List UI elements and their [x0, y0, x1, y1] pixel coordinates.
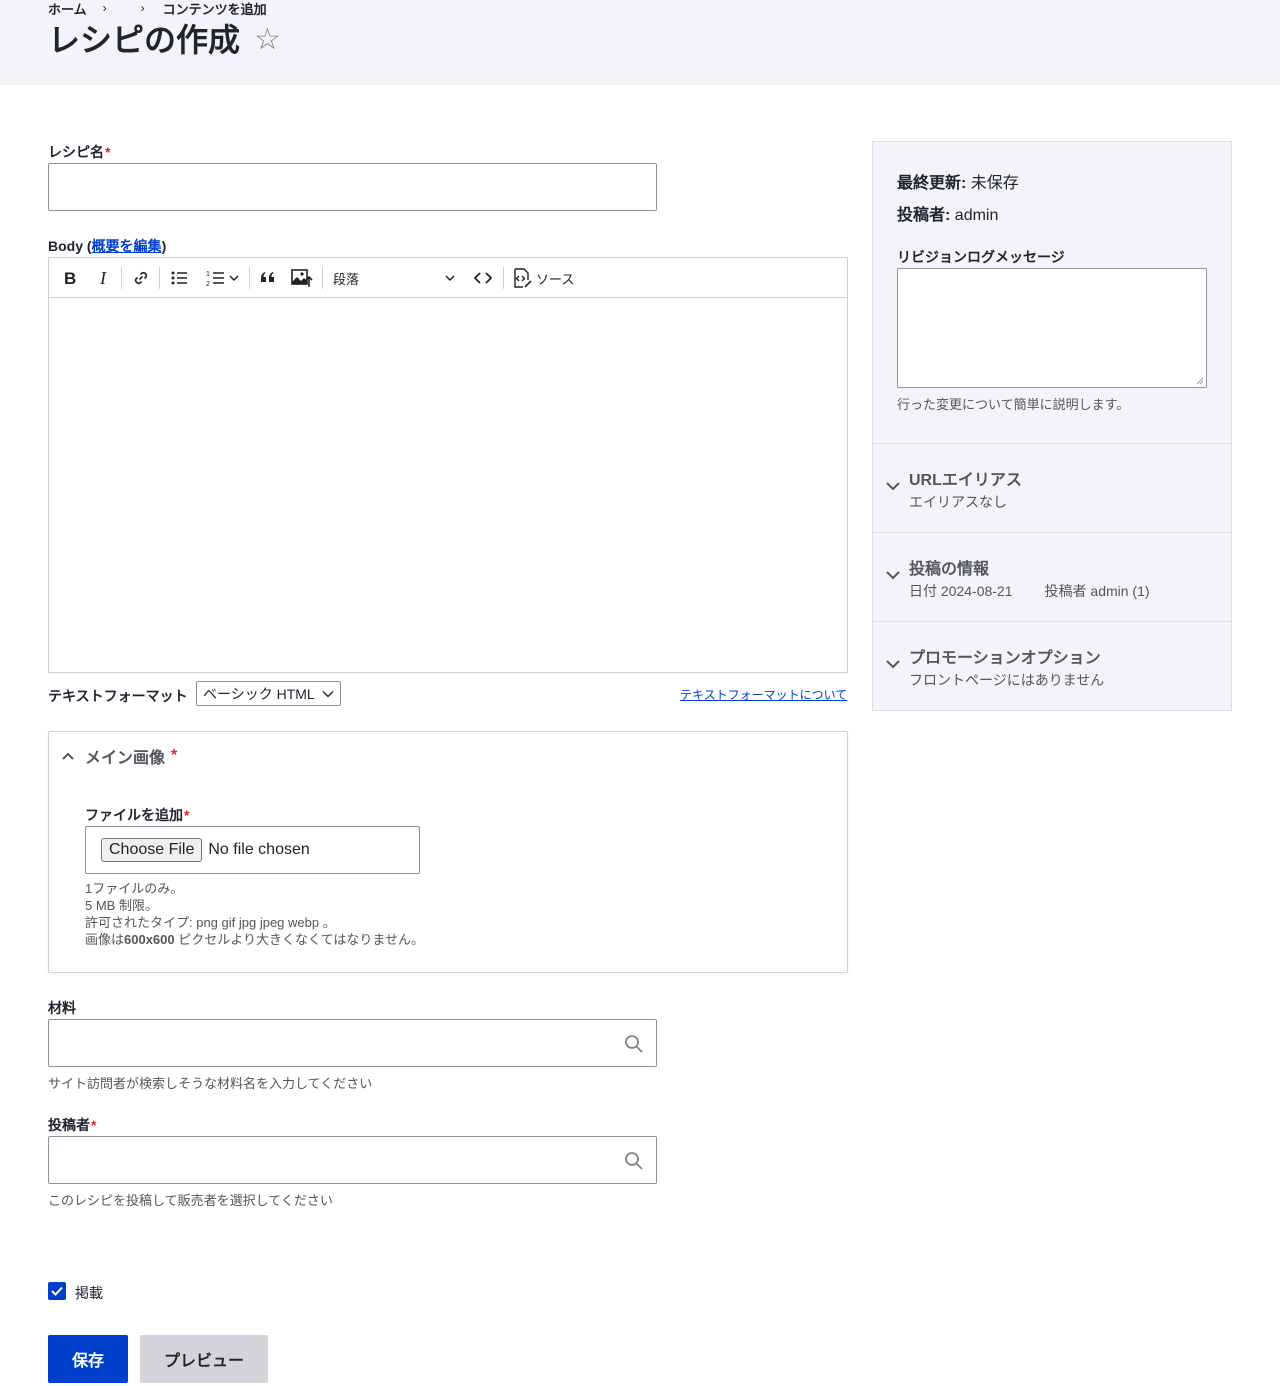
authoring-info-section[interactable]: 投稿の情報 日付 2024-08-21 投稿者 admin (1) [873, 532, 1231, 621]
ingredients-label: 材料 [48, 1000, 76, 1016]
required-marker: * [171, 747, 178, 764]
url-alias-title: URLエイリアス [909, 472, 1022, 489]
main-image-summary[interactable]: メイン画像 * [61, 744, 177, 768]
authoring-date: 日付 2024-08-21 [909, 583, 1013, 599]
chevron-up-icon [62, 752, 74, 760]
edit-summary-link[interactable]: 概要を編集 [92, 238, 162, 254]
preview-button[interactable]: プレビュー [140, 1335, 268, 1383]
file-upload-description: 1ファイルのみ。 5 MB 制限。 許可されたタイプ: png gif jpg … [85, 881, 424, 947]
body-editable-area[interactable] [49, 299, 847, 672]
author-description: このレシピを投稿して販売者を選択してください [48, 1193, 333, 1208]
page-title: レシピの作成 [48, 22, 241, 58]
source-label: ソース [536, 271, 575, 287]
last-updated: 最終更新: 未保存 [897, 175, 1019, 192]
required-marker: * [184, 807, 190, 823]
link-button[interactable] [127, 264, 155, 292]
toolbar-separator [121, 267, 122, 289]
required-marker: * [91, 1117, 97, 1133]
toolbar-separator [159, 267, 160, 289]
editor-toolbar: B I 12 段落 ソース [49, 258, 847, 298]
quote-icon [261, 272, 274, 282]
svg-text:1: 1 [206, 271, 210, 278]
published-checkbox[interactable] [48, 1282, 66, 1300]
url-alias-section[interactable]: URLエイリアス エイリアスなし [873, 443, 1231, 532]
chevron-down-icon [445, 275, 455, 282]
italic-icon: I [99, 270, 107, 286]
text-format-help-link[interactable]: テキストフォーマットについて [680, 686, 847, 703]
main-image-title: メイン画像 [85, 750, 166, 767]
save-button[interactable]: 保存 [48, 1335, 128, 1383]
authoring-author: 投稿者 admin (1) [1044, 583, 1150, 599]
image-upload-icon [291, 269, 313, 287]
block-quote-button[interactable] [254, 264, 282, 292]
breadcrumb-separator: › [140, 1, 145, 15]
meta-sidebar: 最終更新: 未保存 投稿者: admin リビジョンログメッセージ 行った変更に… [872, 141, 1232, 711]
author-meta: 投稿者: admin [897, 207, 999, 224]
author-label: 投稿者* [48, 1117, 97, 1133]
heading-dropdown[interactable]: 段落 [329, 264, 459, 292]
text-format-select[interactable]: ベーシック HTML [196, 681, 341, 706]
resize-handle-icon[interactable] [1196, 377, 1204, 385]
file-status: No file chosen [208, 841, 310, 858]
heading-dropdown-value: 段落 [333, 271, 360, 287]
svg-text:B: B [64, 270, 76, 286]
recipe-name-label: レシピ名* [48, 144, 111, 160]
source-icon [514, 268, 532, 288]
published-label[interactable]: 掲載 [75, 1283, 103, 1303]
required-marker: * [105, 144, 111, 160]
chevron-down-icon [886, 482, 900, 491]
authoring-info-title: 投稿の情報 [909, 561, 990, 578]
search-icon [625, 1035, 643, 1053]
bold-button[interactable]: B [55, 264, 83, 292]
promotion-options-summary: フロントページにはありません [909, 672, 1105, 688]
text-format-label: テキストフォーマット [48, 688, 188, 704]
promotion-options-section[interactable]: プロモーションオプション フロントページにはありません [873, 621, 1231, 710]
chevron-down-icon [229, 275, 239, 282]
bold-icon: B [64, 270, 76, 286]
add-file-label: ファイルを追加* [85, 807, 190, 823]
ingredients-input[interactable] [48, 1019, 657, 1067]
breadcrumb: ホーム › › コンテンツを追加 [48, 0, 267, 18]
numbered-list-button[interactable]: 12 [199, 264, 245, 292]
code-icon [474, 272, 492, 284]
breadcrumb-add-content[interactable]: コンテンツを追加 [163, 0, 267, 18]
body-label: Body (概要を編集) [48, 238, 167, 254]
promotion-options-title: プロモーションオプション [909, 650, 1101, 667]
revision-log-textarea[interactable] [897, 268, 1207, 388]
page-header: ホーム › › コンテンツを追加 レシピの作成 ☆ [0, 0, 1280, 85]
numbered-list-icon: 12 [206, 271, 224, 287]
choose-file-button[interactable]: Choose File [101, 838, 203, 862]
chevron-down-icon [886, 660, 900, 669]
italic-button[interactable]: I [89, 264, 117, 292]
author-input[interactable] [48, 1136, 657, 1184]
body-editor: B I 12 段落 ソース [48, 257, 848, 673]
svg-text:2: 2 [206, 281, 210, 287]
code-button[interactable] [469, 264, 497, 292]
bulleted-list-icon [171, 271, 187, 285]
toolbar-separator [322, 267, 323, 289]
authoring-info-summary: 日付 2024-08-21 投稿者 admin (1) [909, 581, 1150, 601]
chevron-down-icon [886, 571, 900, 580]
toolbar-separator [249, 267, 250, 289]
source-button[interactable]: ソース [509, 264, 579, 292]
text-format-value: ベーシック HTML [203, 685, 315, 702]
toolbar-separator [503, 267, 504, 289]
revision-log-label: リビジョンログメッセージ [897, 249, 1065, 265]
chevron-down-icon [322, 690, 334, 697]
recipe-name-input[interactable] [48, 163, 657, 211]
revision-log-description: 行った変更について簡単に説明します。 [897, 397, 1130, 412]
file-upload-field[interactable]: Choose File No file chosen [85, 826, 420, 874]
insert-image-button[interactable] [287, 264, 317, 292]
check-icon [51, 1286, 63, 1296]
bulleted-list-button[interactable] [165, 264, 193, 292]
search-icon [625, 1152, 643, 1170]
main-image-details: メイン画像 * ファイルを追加* Choose File No file cho… [48, 731, 848, 973]
svg-text:I: I [99, 270, 107, 286]
breadcrumb-separator: › [102, 1, 107, 15]
url-alias-summary: エイリアスなし [909, 494, 1007, 510]
ingredients-description: サイト訪問者が検索しそうな材料名を入力してください [48, 1076, 373, 1091]
breadcrumb-home[interactable]: ホーム [48, 0, 87, 18]
star-icon[interactable]: ☆ [254, 22, 281, 58]
link-icon [134, 271, 148, 285]
